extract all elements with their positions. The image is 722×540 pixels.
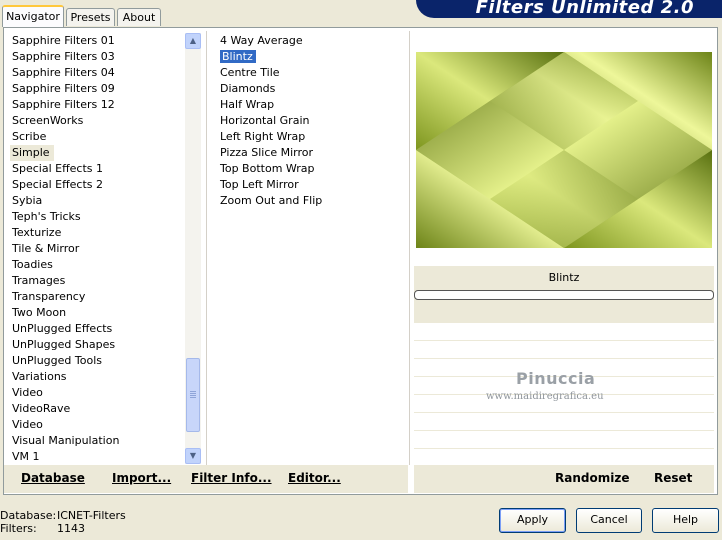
- filter-item[interactable]: Centre Tile: [218, 65, 398, 81]
- progress-bar: [414, 290, 714, 300]
- category-item[interactable]: Special Effects 2: [10, 177, 182, 193]
- parameter-slot: [414, 430, 714, 447]
- database-button[interactable]: Database: [21, 471, 85, 485]
- filter-item[interactable]: Pizza Slice Mirror: [218, 145, 398, 161]
- preview-caption: Blintz: [548, 271, 580, 284]
- tab-navigator[interactable]: Navigator: [2, 5, 64, 27]
- parameter-slot: [414, 322, 714, 339]
- filter-item-label: Half Wrap: [220, 98, 275, 111]
- filter-item-label: Centre Tile: [220, 66, 280, 79]
- left-button-bar: Database Import... Filter Info... Editor…: [4, 465, 408, 493]
- scroll-thumb[interactable]: [186, 358, 200, 432]
- filter-item[interactable]: Top Bottom Wrap: [218, 161, 398, 177]
- parameter-slot: [414, 340, 714, 357]
- preview-caption-area: Blintz: [414, 266, 714, 322]
- filter-item[interactable]: 4 Way Average: [218, 33, 398, 49]
- category-item[interactable]: Toadies: [10, 257, 182, 273]
- category-item[interactable]: UnPlugged Tools: [10, 353, 182, 369]
- category-item[interactable]: Tile & Mirror: [10, 241, 182, 257]
- filter-item-label: Left Right Wrap: [220, 130, 306, 143]
- filter-list[interactable]: 4 Way Average Blintz Centre Tile Diamonds Ha…: [218, 33, 398, 209]
- category-item[interactable]: Two Moon: [10, 305, 182, 321]
- filter-item-label: Zoom Out and Flip: [220, 194, 323, 207]
- category-item[interactable]: Variations: [10, 369, 182, 385]
- title-banner: Filters Unlimited 2.0: [416, 0, 722, 18]
- filter-item[interactable]: Top Left Mirror: [218, 177, 398, 193]
- filter-item[interactable]: Blintz: [218, 49, 398, 65]
- category-item[interactable]: Visual Manipulation: [10, 433, 182, 449]
- filter-item-label: Top Left Mirror: [220, 178, 299, 191]
- category-item[interactable]: UnPlugged Effects: [10, 321, 182, 337]
- filters-count: 1143: [57, 522, 85, 535]
- parameter-slot: [414, 448, 714, 465]
- category-item[interactable]: Special Effects 1: [10, 161, 182, 177]
- category-item[interactable]: VideoRave: [10, 401, 182, 417]
- category-item[interactable]: ScreenWorks: [10, 113, 182, 129]
- category-item[interactable]: Texturize: [10, 225, 182, 241]
- filter-item-label: Top Bottom Wrap: [220, 162, 315, 175]
- column-divider: [409, 31, 410, 465]
- filter-item[interactable]: Diamonds: [218, 81, 398, 97]
- filter-item[interactable]: Half Wrap: [218, 97, 398, 113]
- category-item[interactable]: Teph's Tricks: [10, 209, 182, 225]
- filter-item-label: Blintz: [220, 50, 256, 63]
- category-scrollbar[interactable]: ▲ ▼: [185, 33, 201, 464]
- category-item[interactable]: Sapphire Filters 03: [10, 49, 182, 65]
- category-item[interactable]: Scribe: [10, 129, 182, 145]
- cancel-button[interactable]: Cancel: [576, 508, 642, 533]
- import-button[interactable]: Import...: [112, 471, 171, 485]
- reset-button[interactable]: Reset: [654, 471, 692, 485]
- database-label: Database:: [0, 509, 57, 522]
- category-item[interactable]: Sybia: [10, 193, 182, 209]
- window-title: Filters Unlimited 2.0: [475, 0, 694, 18]
- category-list[interactable]: Sapphire Filters 01 Sapphire Filters 03 Sa…: [10, 33, 182, 465]
- filter-item-label: 4 Way Average: [220, 34, 303, 47]
- database-value: ICNET-Filters: [57, 509, 126, 522]
- right-button-bar: Randomize Reset: [414, 465, 714, 493]
- filter-item-label: Horizontal Grain: [220, 114, 310, 127]
- parameter-slot: [414, 412, 714, 429]
- randomize-button[interactable]: Randomize: [555, 471, 629, 485]
- watermark-name: Pinuccia: [516, 369, 596, 388]
- editor-button[interactable]: Editor...: [288, 471, 341, 485]
- category-item[interactable]: Video: [10, 417, 182, 433]
- filter-preview-image: [416, 52, 712, 248]
- filter-item[interactable]: Left Right Wrap: [218, 129, 398, 145]
- category-item[interactable]: Sapphire Filters 12: [10, 97, 182, 113]
- filter-item-label: Pizza Slice Mirror: [220, 146, 314, 159]
- category-item[interactable]: Transparency: [10, 289, 182, 305]
- category-item[interactable]: Tramages: [10, 273, 182, 289]
- category-item[interactable]: Sapphire Filters 04: [10, 65, 182, 81]
- category-item[interactable]: Simple: [10, 145, 54, 161]
- filter-item-label: Diamonds: [220, 82, 276, 95]
- watermark-site: www.maidiregrafica.eu: [486, 391, 604, 402]
- category-item[interactable]: Sapphire Filters 09: [10, 81, 182, 97]
- apply-button[interactable]: Apply: [499, 508, 566, 533]
- filter-item[interactable]: Horizontal Grain: [218, 113, 398, 129]
- category-item[interactable]: UnPlugged Shapes: [10, 337, 182, 353]
- category-item[interactable]: VM 1: [10, 449, 182, 465]
- scroll-up-button[interactable]: ▲: [185, 33, 201, 49]
- filter-item[interactable]: Zoom Out and Flip: [218, 193, 398, 209]
- tab-presets[interactable]: Presets: [66, 8, 115, 26]
- column-divider: [206, 31, 207, 465]
- category-item[interactable]: Video: [10, 385, 182, 401]
- scroll-down-button[interactable]: ▼: [185, 448, 201, 464]
- tab-about[interactable]: About: [117, 8, 161, 26]
- filter-info-button[interactable]: Filter Info...: [191, 471, 272, 485]
- filters-label: Filters:: [0, 522, 37, 535]
- category-item[interactable]: Sapphire Filters 01: [10, 33, 182, 49]
- help-button[interactable]: Help: [652, 508, 719, 533]
